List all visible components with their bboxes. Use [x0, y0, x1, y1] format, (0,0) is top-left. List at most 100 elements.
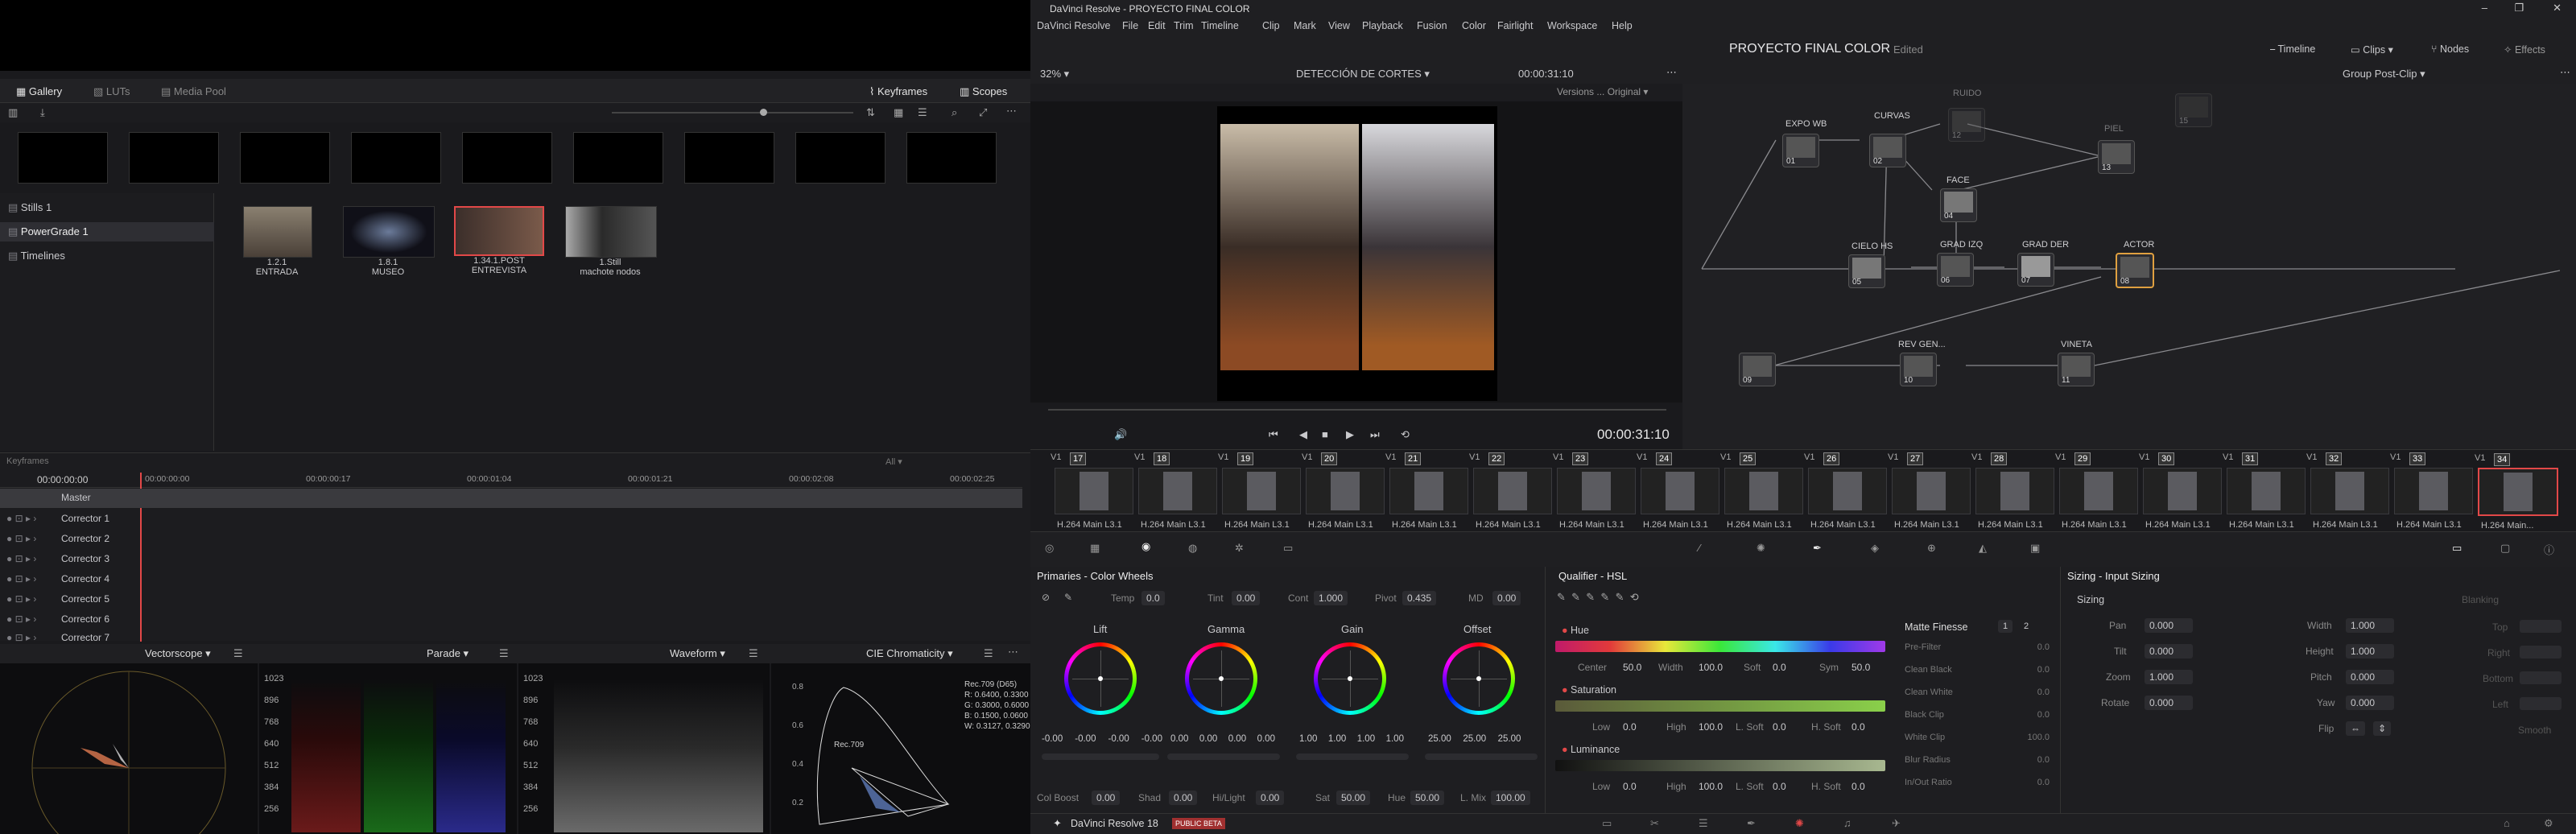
matte-row[interactable]: White Clip 100.0: [1905, 733, 2050, 742]
lum-mix-field[interactable]: 100.00: [1491, 791, 1530, 805]
hue-width-field[interactable]: 100.0: [1699, 662, 1723, 673]
clips-tab[interactable]: ▭ Clips ▾: [2351, 43, 2393, 56]
clip-thumbnail[interactable]: V1 19 H.264 Main L3.1: [1218, 452, 1301, 530]
timeline-tab[interactable]: ⎯ Timeline: [2270, 43, 2315, 56]
menu-timeline[interactable]: Timeline: [1201, 20, 1239, 31]
gain-wheel[interactable]: [1314, 642, 1386, 715]
track-corrector[interactable]: ● ⊡ ▸ › Corrector 6: [0, 610, 1022, 630]
qualifier-icon[interactable]: ✒: [1813, 542, 1822, 555]
play-icon[interactable]: ▶: [1346, 428, 1354, 441]
node-mode-select[interactable]: Group Post-Clip ▾: [2343, 68, 2425, 81]
clip-thumbnail[interactable]: V1 28 H.264 Main L3.1: [1971, 452, 2054, 530]
more-icon[interactable]: ⋯: [1666, 66, 1677, 79]
gallery-thumb[interactable]: [684, 132, 774, 184]
menu-fairlight[interactable]: Fairlight: [1497, 20, 1533, 31]
still-item[interactable]: 1.Still machote nodos: [565, 206, 657, 277]
settings-icon[interactable]: ⚙: [2544, 817, 2553, 830]
sizing-icon[interactable]: ▭: [2452, 542, 2462, 555]
vectorscope-select[interactable]: Vectorscope ▾: [145, 647, 211, 660]
menu-fusion[interactable]: Fusion: [1417, 20, 1447, 31]
hue-sym-field[interactable]: 50.0: [1852, 662, 1870, 673]
hue-field[interactable]: 50.00: [1410, 791, 1445, 805]
saturation-bar[interactable]: [1555, 700, 1885, 712]
timeline-name[interactable]: DETECCIÓN DE CORTES ▾: [1296, 68, 1430, 81]
reset-icon[interactable]: ⊘: [1042, 592, 1050, 603]
node-15[interactable]: 15: [2175, 93, 2212, 127]
tracker-icon[interactable]: ⊕: [1927, 542, 1936, 555]
scopes-tab[interactable]: ▥ Scopes: [960, 85, 1007, 98]
skip-forward-icon[interactable]: ⏭: [1370, 428, 1380, 441]
more-icon[interactable]: ⋯: [2560, 66, 2570, 79]
rgb-mixer-icon[interactable]: ✲: [1235, 542, 1244, 555]
versions-select[interactable]: Versions ... Original ▾: [1557, 86, 1648, 97]
node-vineta[interactable]: 11: [2058, 353, 2095, 386]
media-pool-tab[interactable]: ▤ Media Pool: [161, 85, 226, 98]
curves-icon[interactable]: ∕: [1699, 542, 1700, 554]
skip-back-icon[interactable]: ⏮: [1269, 428, 1278, 441]
lum-low-field[interactable]: 0.0: [1623, 781, 1637, 792]
matte-row[interactable]: Pre-Filter 0.0: [1905, 642, 2050, 652]
media-page-icon[interactable]: ▭: [1602, 817, 1612, 830]
pivot-field[interactable]: 0.435: [1402, 591, 1437, 605]
clip-thumbnail[interactable]: V1 22 H.264 Main L3.1: [1469, 452, 1552, 530]
menu-edit[interactable]: Edit: [1148, 20, 1166, 31]
waveform-select[interactable]: Waveform ▾: [670, 647, 725, 660]
clip-thumbnail[interactable]: V1 17 H.264 Main L3.1: [1051, 452, 1133, 530]
album-timelines[interactable]: ▤ Timelines: [0, 246, 214, 266]
offset-wheel[interactable]: [1443, 642, 1515, 715]
parade-select[interactable]: Parade ▾: [427, 647, 469, 660]
node-ruido[interactable]: 12: [1948, 108, 1985, 142]
gallery-thumb[interactable]: [240, 132, 330, 184]
luts-tab[interactable]: ▧ LUTs: [93, 85, 130, 98]
effects-tab[interactable]: ✧ Effects: [2504, 43, 2545, 56]
zoom-select[interactable]: 32% ▾: [1040, 68, 1069, 81]
sat-high-field[interactable]: 100.0: [1699, 721, 1723, 733]
window-icon[interactable]: ◈: [1871, 542, 1879, 555]
gallery-tab[interactable]: ▦ Gallery: [16, 85, 62, 98]
expand-icon[interactable]: ⤢: [979, 106, 987, 119]
track-corrector[interactable]: ● ⊡ ▸ › Corrector 5: [0, 590, 1022, 609]
highlight-field[interactable]: 0.00: [1256, 791, 1285, 805]
still-item-selected[interactable]: 1.34.1.POST ENTREVISTA: [454, 206, 544, 275]
tilt-field[interactable]: 0.000: [2145, 644, 2193, 659]
yaw-field[interactable]: 0.000: [2346, 696, 2394, 710]
clip-thumbnail[interactable]: V1 25 H.264 Main L3.1: [1720, 452, 1803, 530]
node-piel[interactable]: 13: [2098, 140, 2135, 174]
menu-color[interactable]: Color: [1462, 20, 1486, 31]
track-master[interactable]: Master: [0, 489, 1022, 508]
audio-icon[interactable]: 🔊: [1114, 428, 1127, 441]
gain-master-slider[interactable]: [1296, 753, 1409, 760]
picker-plus-icon[interactable]: ✎: [1586, 591, 1595, 603]
keyframes-ruler[interactable]: 00:00:00:00 00:00:00:00 00:00:00:17 00:0…: [0, 471, 1022, 488]
rotate-field[interactable]: 0.000: [2145, 696, 2193, 710]
settings-icon[interactable]: ☰: [233, 647, 243, 660]
node-graph[interactable]: 01 EXPO WB 02 CURVAS 12 RUIDO 13 PIEL 04…: [1682, 84, 2576, 451]
invert-icon[interactable]: ⟲: [1630, 591, 1639, 603]
width-field[interactable]: 1.000: [2346, 618, 2394, 633]
track-corrector[interactable]: ● ⊡ ▸ › Corrector 1: [0, 510, 1022, 529]
clip-thumbnail[interactable]: V1 34 H.264 Main...: [2475, 453, 2558, 531]
blur-icon[interactable]: ▣: [2030, 542, 2040, 555]
step-back-icon[interactable]: ◀: [1299, 428, 1307, 441]
node-grad-izq[interactable]: 06: [1937, 253, 1974, 287]
lift-wheel[interactable]: [1064, 642, 1137, 715]
sat-low-field[interactable]: 0.0: [1623, 721, 1637, 733]
track-corrector[interactable]: ● ⊡ ▸ › Corrector 2: [0, 530, 1022, 549]
matte-tab-2[interactable]: 2: [2019, 620, 2034, 633]
clip-thumbnail[interactable]: V1 20 H.264 Main L3.1: [1302, 452, 1385, 530]
fusion-page-icon[interactable]: ✒: [1747, 817, 1756, 830]
magic-mask-icon[interactable]: ◭: [1979, 542, 1987, 555]
hue-soft-field[interactable]: 0.0: [1773, 662, 1786, 673]
md-field[interactable]: 0.00: [1492, 591, 1521, 605]
hue-bar[interactable]: [1555, 641, 1885, 652]
keyframes-tab[interactable]: ⌇ Keyframes: [869, 85, 927, 98]
home-icon[interactable]: ⌂: [2504, 817, 2510, 829]
menu-file[interactable]: File: [1122, 20, 1138, 31]
gamma-master-slider[interactable]: [1167, 753, 1280, 760]
gallery-thumb[interactable]: [573, 132, 663, 184]
gallery-thumb[interactable]: [795, 132, 886, 184]
color-wheels-icon[interactable]: ◉: [1141, 540, 1150, 553]
sort-icon[interactable]: ⇅: [866, 106, 875, 119]
gallery-thumb[interactable]: [351, 132, 441, 184]
fairlight-page-icon[interactable]: ♫: [1843, 817, 1852, 829]
